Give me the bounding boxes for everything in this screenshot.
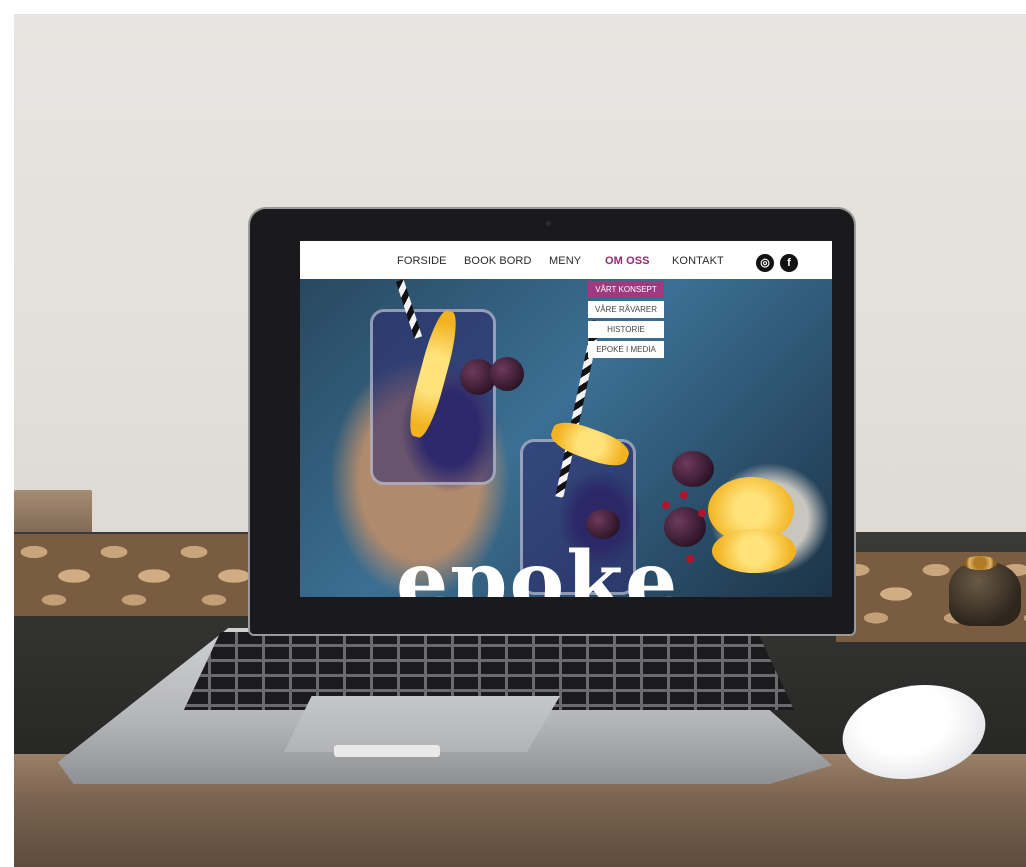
- lemon-slice: [712, 529, 796, 573]
- laptop-lid: FORSIDE BOOK BORD MENY OM OSS KONTAKT ◎ …: [250, 209, 854, 634]
- dropdown-epoke-i-media[interactable]: EPOKE I MEDIA: [588, 341, 664, 358]
- nav-kontakt[interactable]: KONTAKT: [672, 255, 724, 267]
- redcurrant: [698, 509, 706, 517]
- om-oss-dropdown: VÅRT KONSEPT VÅRE RÅVARER HISTORIE EPOKE…: [588, 281, 664, 361]
- candle-holder: [949, 556, 1021, 626]
- website-screen: FORSIDE BOOK BORD MENY OM OSS KONTAKT ◎ …: [300, 241, 832, 597]
- brand-wordmark: epoke: [396, 534, 680, 597]
- instagram-icon[interactable]: ◎: [756, 254, 774, 272]
- webcam: [546, 221, 551, 226]
- dropdown-vart-konsept[interactable]: VÅRT KONSEPT: [588, 281, 664, 298]
- nav-om-oss[interactable]: OM OSS: [605, 255, 650, 267]
- laptop-notch: [334, 745, 440, 757]
- site-navbar: FORSIDE BOOK BORD MENY OM OSS KONTAKT ◎ …: [300, 241, 832, 279]
- facebook-icon[interactable]: f: [780, 254, 798, 272]
- laptop-trackpad: [284, 696, 560, 752]
- hero-image: VÅRT KONSEPT VÅRE RÅVARER HISTORIE EPOKE…: [300, 279, 832, 597]
- dropdown-historie[interactable]: HISTORIE: [588, 321, 664, 338]
- dropdown-vare-ravarer[interactable]: VÅRE RÅVARER: [588, 301, 664, 318]
- redcurrant: [680, 491, 688, 499]
- redcurrant: [686, 555, 694, 563]
- nav-book-bord[interactable]: BOOK BORD: [464, 255, 532, 267]
- blackberry: [672, 451, 714, 487]
- wood-slice-mat-left: [14, 534, 254, 616]
- redcurrant: [662, 501, 670, 509]
- photo-scene: FORSIDE BOOK BORD MENY OM OSS KONTAKT ◎ …: [14, 14, 1026, 867]
- nav-meny[interactable]: MENY: [549, 255, 581, 267]
- blackberry: [490, 357, 524, 391]
- nav-forside[interactable]: FORSIDE: [397, 255, 447, 267]
